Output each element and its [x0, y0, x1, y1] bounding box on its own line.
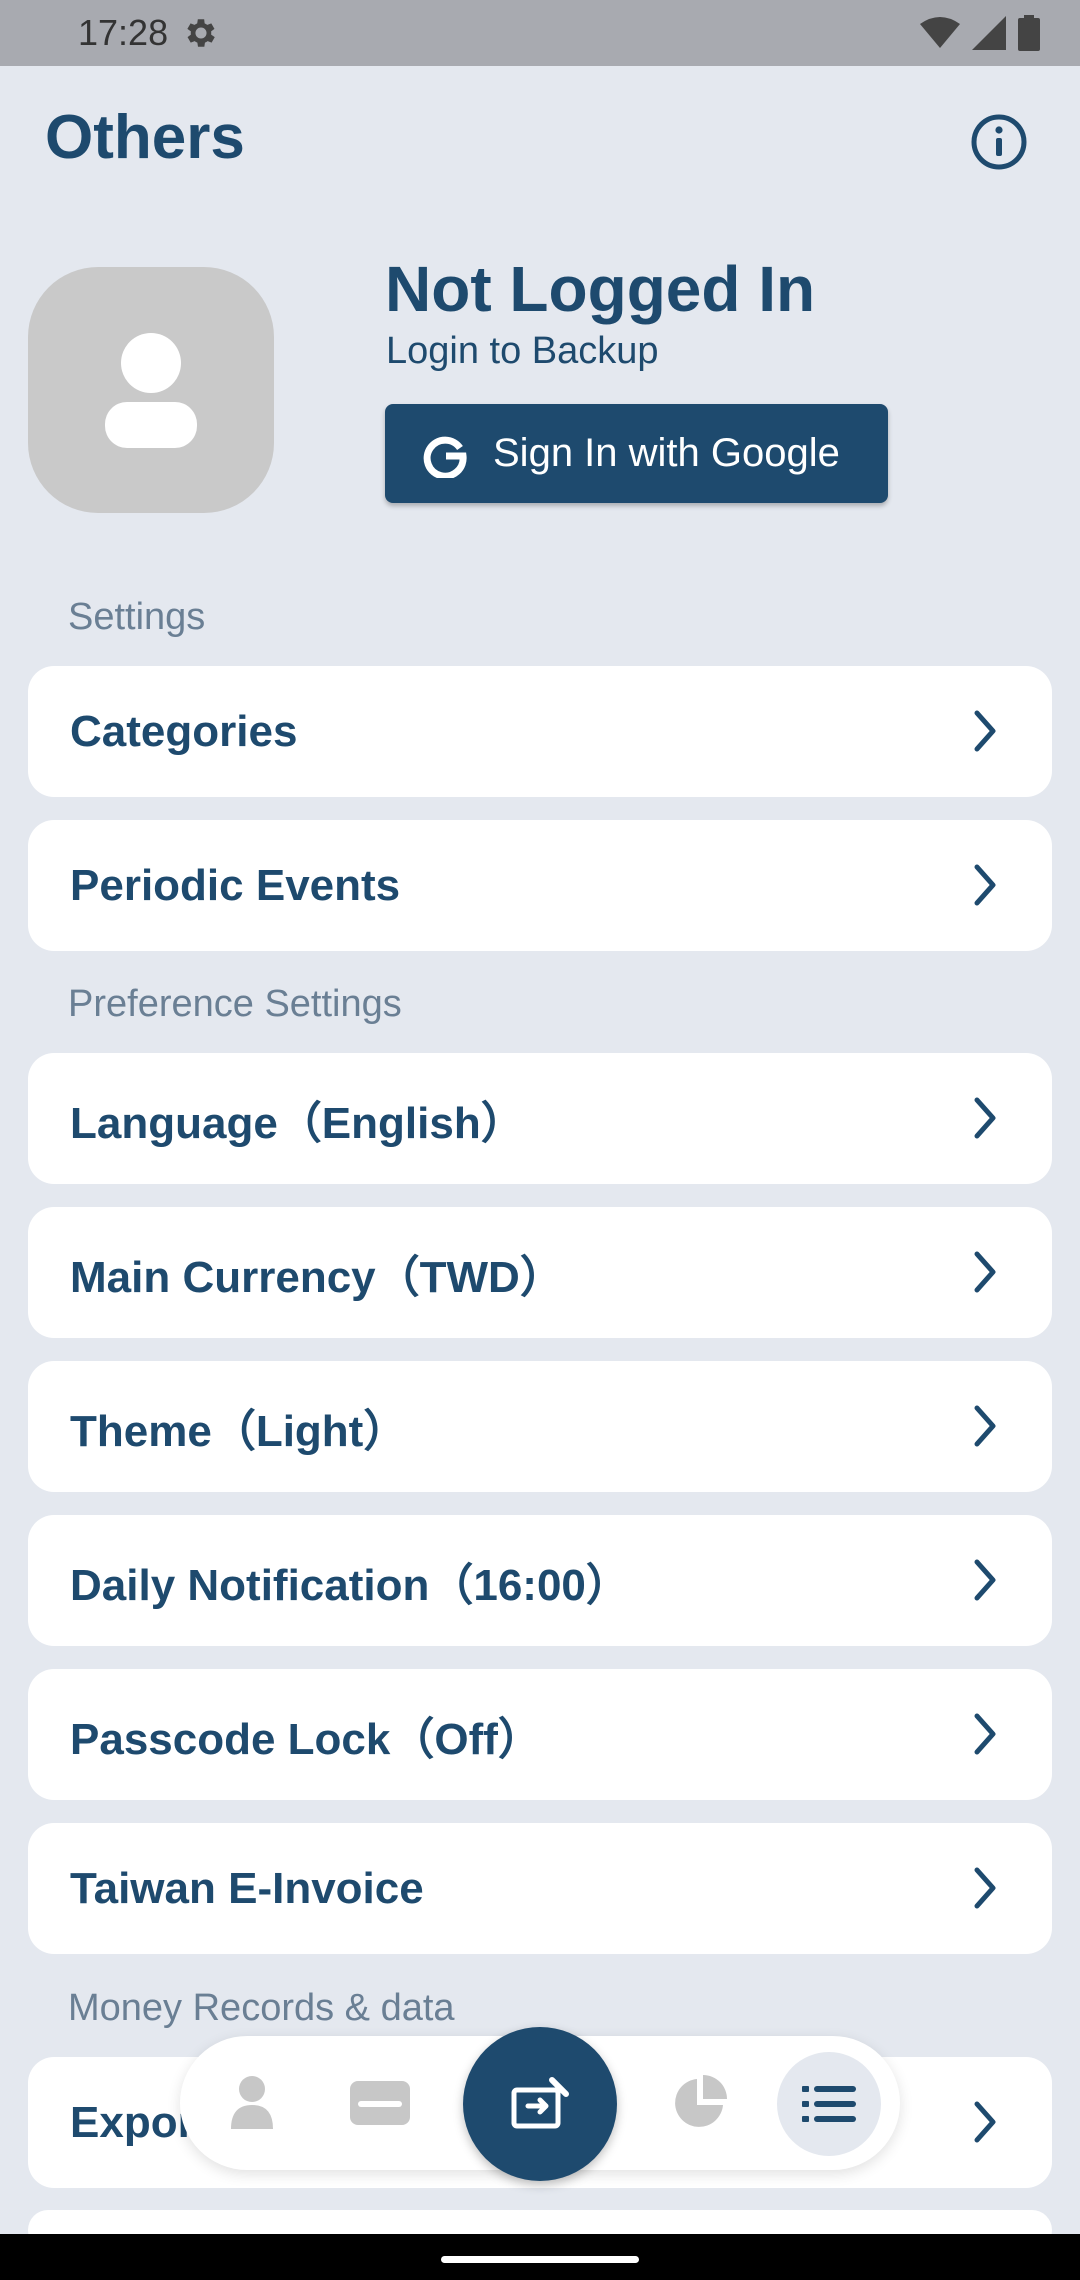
status-bar: 17:28	[0, 0, 1080, 66]
row-main-currency[interactable]: Main Currency（TWD）	[28, 1207, 1052, 1338]
row-language[interactable]: Language（English）	[28, 1053, 1052, 1184]
row-categories[interactable]: Categories	[28, 666, 1052, 797]
signal-icon	[972, 16, 1006, 50]
person-placeholder-icon	[105, 333, 197, 448]
chevron-right-icon	[974, 1867, 996, 1909]
section-label-preference: Preference Settings	[68, 983, 402, 1025]
card-icon	[350, 2081, 410, 2125]
row-label: Taiwan E-Invoice	[70, 1863, 424, 1913]
chevron-right-icon	[974, 1097, 996, 1139]
wifi-icon	[920, 17, 960, 48]
chevron-right-icon	[974, 864, 996, 906]
nav-profile-button[interactable]	[220, 2070, 284, 2136]
pie-chart-icon	[675, 2075, 727, 2127]
page-title: Others	[45, 103, 245, 172]
row-label: Expor	[70, 2097, 195, 2147]
chevron-right-icon	[974, 1405, 996, 1447]
chevron-right-icon	[974, 710, 996, 752]
chevron-right-icon	[974, 1713, 996, 1755]
status-time: 17:28	[78, 12, 169, 53]
row-label: Daily Notification（16:00）	[70, 1560, 630, 1610]
chevron-right-icon	[974, 2101, 996, 2143]
row-theme[interactable]: Theme（Light）	[28, 1361, 1052, 1492]
google-sign-in-button[interactable]: Sign In with Google	[385, 404, 888, 503]
google-button-label: Sign In with Google	[493, 431, 840, 475]
row-daily-notification[interactable]: Daily Notification（16:00）	[28, 1515, 1052, 1646]
add-record-button[interactable]	[463, 2027, 617, 2181]
section-label-settings: Settings	[68, 596, 206, 638]
row-periodic-events[interactable]: Periodic Events	[28, 820, 1052, 951]
battery-icon	[1018, 15, 1040, 51]
profile-title: Not Logged In	[385, 253, 816, 325]
row-label: Categories	[70, 706, 298, 756]
add-record-icon	[511, 2077, 569, 2129]
row-passcode-lock[interactable]: Passcode Lock（Off）	[28, 1669, 1052, 1800]
nav-stats-button[interactable]	[668, 2070, 732, 2134]
section-label-money: Money Records & data	[68, 1987, 455, 2029]
row-label: Theme（Light）	[70, 1406, 408, 1456]
nav-accounts-button[interactable]	[348, 2077, 412, 2129]
row-label: Language（English）	[70, 1098, 525, 1148]
profile-subtitle: Login to Backup	[386, 330, 659, 372]
row-label: Main Currency（TWD）	[70, 1252, 564, 1302]
person-icon	[231, 2076, 273, 2129]
chevron-right-icon	[974, 1559, 996, 1601]
row-label: Periodic Events	[70, 860, 401, 910]
chevron-right-icon	[974, 1251, 996, 1293]
info-icon[interactable]	[970, 113, 1028, 171]
nav-others-button[interactable]	[797, 2072, 861, 2136]
row-label: Passcode Lock（Off）	[70, 1714, 542, 1764]
gear-icon	[187, 19, 215, 47]
list-icon	[802, 2086, 856, 2122]
row-taiwan-einvoice[interactable]: Taiwan E-Invoice	[28, 1823, 1052, 1954]
home-gesture-handle[interactable]	[441, 2256, 639, 2263]
avatar	[28, 267, 274, 513]
google-icon	[423, 436, 467, 478]
